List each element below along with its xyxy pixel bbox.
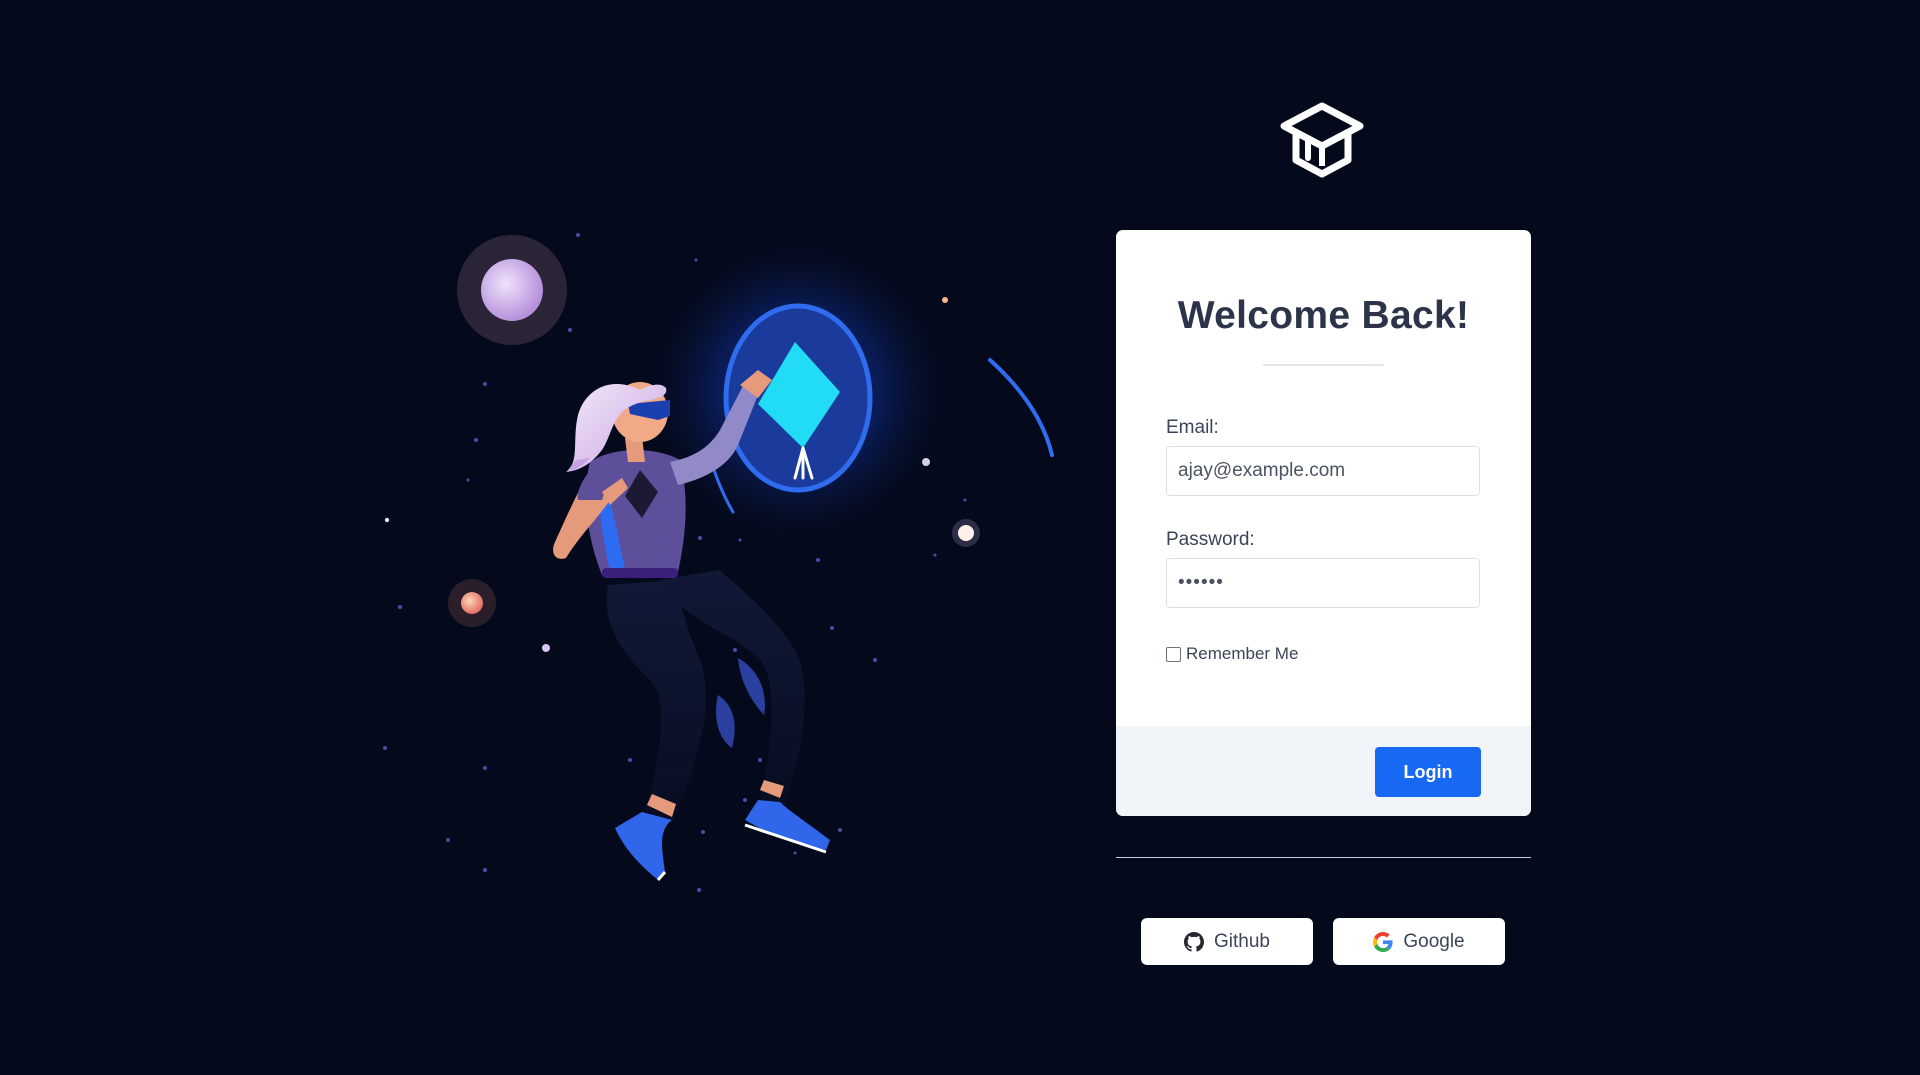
graduation-cap-icon — [1277, 100, 1367, 182]
page-title: Welcome Back! — [1177, 294, 1470, 337]
remember-me-row[interactable]: Remember Me — [1166, 644, 1298, 664]
login-page: Welcome Back! Email: ajay@example.com Pa… — [0, 0, 1920, 1075]
google-label: Google — [1403, 930, 1465, 952]
github-icon — [1184, 931, 1204, 952]
google-login-button[interactable]: Google — [1333, 918, 1505, 965]
github-login-button[interactable]: Github — [1141, 918, 1313, 965]
remember-me-checkbox[interactable] — [1166, 646, 1181, 662]
divider-line — [1116, 857, 1531, 858]
card-footer: Login — [1116, 726, 1531, 816]
email-label: Email: — [1166, 417, 1219, 438]
title-divider — [1263, 364, 1384, 366]
login-card: Welcome Back! Email: ajay@example.com Pa… — [1116, 230, 1531, 816]
login-button[interactable]: Login — [1375, 747, 1481, 797]
github-label: Github — [1214, 930, 1270, 952]
google-icon — [1373, 931, 1393, 952]
password-field[interactable]: •••••• — [1166, 558, 1480, 608]
astronaut-woman-illustration — [383, 230, 1054, 892]
email-field[interactable]: ajay@example.com — [1166, 446, 1480, 496]
remember-me-label[interactable]: Remember Me — [1186, 644, 1298, 664]
space-illustration — [340, 200, 1080, 900]
password-label: Password: — [1166, 529, 1255, 550]
